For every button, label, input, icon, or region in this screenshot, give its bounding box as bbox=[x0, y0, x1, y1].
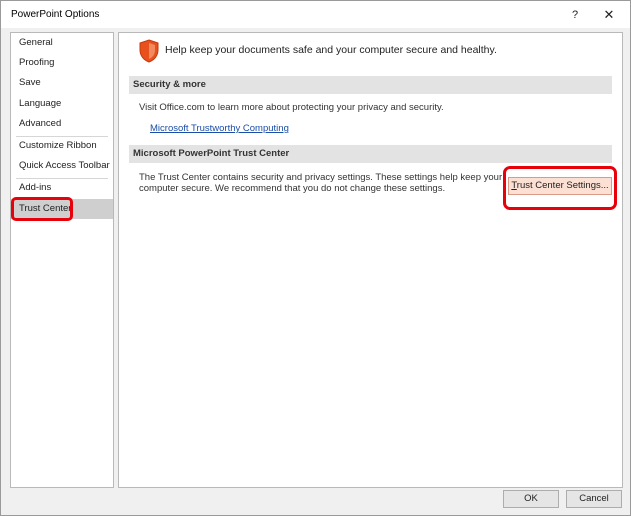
help-button[interactable]: ? bbox=[562, 5, 588, 25]
trust-center-settings-highlight-box bbox=[503, 166, 617, 210]
sidebar-item-customize-ribbon[interactable]: Customize Ribbon bbox=[11, 136, 113, 156]
ok-button[interactable]: OK bbox=[503, 490, 559, 508]
shield-icon bbox=[139, 39, 159, 63]
sidebar-item-add-ins[interactable]: Add-ins bbox=[11, 178, 113, 198]
powerpoint-options-dialog: PowerPoint Options ? ✕ General Proofing … bbox=[0, 0, 631, 516]
trust-center-text-line1: The Trust Center contains security and p… bbox=[139, 172, 503, 183]
close-button[interactable]: ✕ bbox=[596, 5, 622, 25]
cancel-button[interactable]: Cancel bbox=[566, 490, 622, 508]
sidebar-item-advanced[interactable]: Advanced bbox=[11, 114, 113, 134]
trust-center-highlight-box bbox=[11, 197, 73, 221]
main-content-panel: Help keep your documents safe and your c… bbox=[118, 32, 623, 488]
window-title: PowerPoint Options bbox=[11, 9, 100, 20]
sidebar-item-general[interactable]: General bbox=[11, 33, 113, 53]
options-sidebar: General Proofing Save Language Advanced … bbox=[10, 32, 114, 488]
security-section-text: Visit Office.com to learn more about pro… bbox=[139, 102, 444, 113]
banner-text: Help keep your documents safe and your c… bbox=[165, 44, 497, 56]
trust-center-section-header: Microsoft PowerPoint Trust Center bbox=[129, 145, 612, 163]
title-bar: PowerPoint Options ? ✕ bbox=[1, 1, 630, 28]
sidebar-item-quick-access-toolbar[interactable]: Quick Access Toolbar bbox=[11, 156, 113, 176]
trust-center-text-line2: computer secure. We recommend that you d… bbox=[139, 183, 446, 194]
sidebar-item-proofing[interactable]: Proofing bbox=[11, 53, 113, 73]
sidebar-item-language[interactable]: Language bbox=[11, 94, 113, 114]
trustworthy-computing-link[interactable]: Microsoft Trustworthy Computing bbox=[150, 123, 289, 134]
sidebar-item-save[interactable]: Save bbox=[11, 73, 113, 93]
security-section-header: Security & more bbox=[129, 76, 612, 94]
